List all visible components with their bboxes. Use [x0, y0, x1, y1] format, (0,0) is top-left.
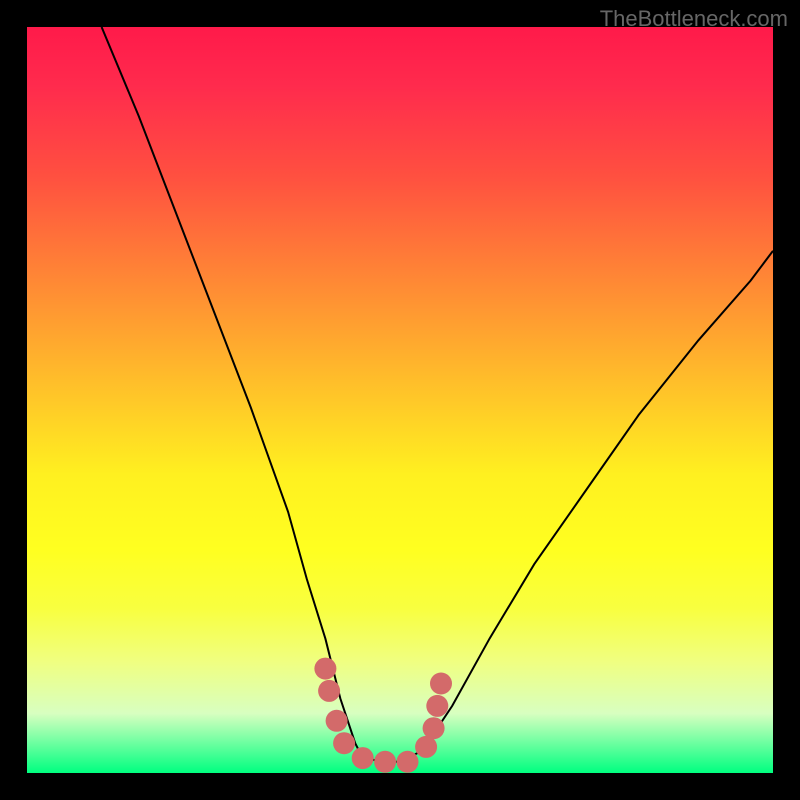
marker-dot — [430, 673, 452, 695]
marker-dot — [314, 658, 336, 680]
marker-dot — [318, 680, 340, 702]
marker-dot — [426, 695, 448, 717]
marker-dot — [415, 736, 437, 758]
marker-dot — [397, 751, 419, 773]
watermark-text: TheBottleneck.com — [600, 6, 788, 32]
marker-dot — [333, 732, 355, 754]
marker-dot — [423, 717, 445, 739]
marker-dot — [374, 751, 396, 773]
chart-svg — [27, 27, 773, 773]
curve-line — [102, 27, 773, 762]
marker-dot — [326, 710, 348, 732]
marker-dot — [352, 747, 374, 769]
